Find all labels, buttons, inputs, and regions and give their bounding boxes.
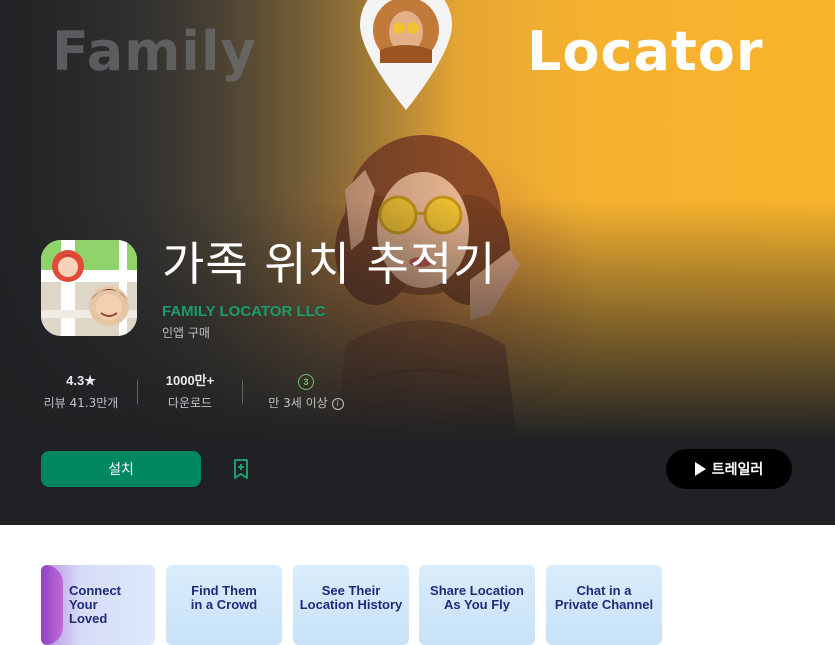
- play-icon: [694, 462, 706, 476]
- stat-divider: [242, 380, 243, 404]
- rating-stat[interactable]: 4.3★ 리뷰 41.3만개: [41, 372, 121, 411]
- banner-word-family: Family: [52, 20, 257, 83]
- screenshot-thumbnail[interactable]: Find Them in a Crowd: [166, 565, 282, 645]
- screenshot-decoration: [41, 565, 63, 645]
- in-app-purchase-note: 인앱 구매: [162, 326, 210, 340]
- downloads-value: 1000만+: [165, 373, 215, 388]
- install-button[interactable]: 설치: [41, 451, 201, 487]
- bookmark-add-icon[interactable]: [230, 458, 252, 480]
- trailer-button[interactable]: 트레일러: [666, 449, 792, 489]
- stat-divider: [137, 380, 138, 404]
- screenshot-thumbnail[interactable]: See Their Location History: [293, 565, 409, 645]
- screenshot-caption: Share Location As You Fly: [430, 583, 524, 612]
- screenshot-caption: Find Them in a Crowd: [190, 583, 258, 612]
- screenshot-caption: See Their Location History: [299, 583, 403, 612]
- info-icon[interactable]: i: [331, 398, 344, 410]
- screenshot-thumbnail[interactable]: Connect Your Loved: [41, 565, 155, 645]
- trailer-label: 트레일러: [711, 462, 764, 478]
- app-icon: [41, 240, 137, 336]
- screenshot-caption: Chat in a Private Channel: [554, 583, 654, 612]
- screenshot-caption: Connect Your Loved: [69, 583, 121, 626]
- downloads-label: 다운로드: [167, 396, 213, 410]
- downloads-stat: 1000만+ 다운로드: [150, 372, 230, 411]
- hero-section: Family Locator 가족 위치 추적기 FAMILY LOCATOR …: [0, 0, 835, 525]
- app-title: 가족 위치 추적기: [162, 237, 497, 291]
- screenshot-thumbnail[interactable]: Share Location As You Fly: [419, 565, 535, 645]
- age-rating-stat[interactable]: 3 만 3세 이상 i: [258, 372, 354, 411]
- banner-word-locator: Locator: [527, 20, 764, 83]
- map-pin-icon: [360, 0, 452, 110]
- developer-link[interactable]: FAMILY LOCATOR LLC: [162, 303, 326, 320]
- age-rating-icon: 3: [298, 374, 314, 390]
- review-count: 리뷰 41.3만개: [43, 396, 119, 410]
- screenshot-thumbnail[interactable]: Chat in a Private Channel: [546, 565, 662, 645]
- rating-value: 4.3★: [66, 373, 96, 388]
- age-rating-label: 만 3세 이상: [268, 396, 328, 410]
